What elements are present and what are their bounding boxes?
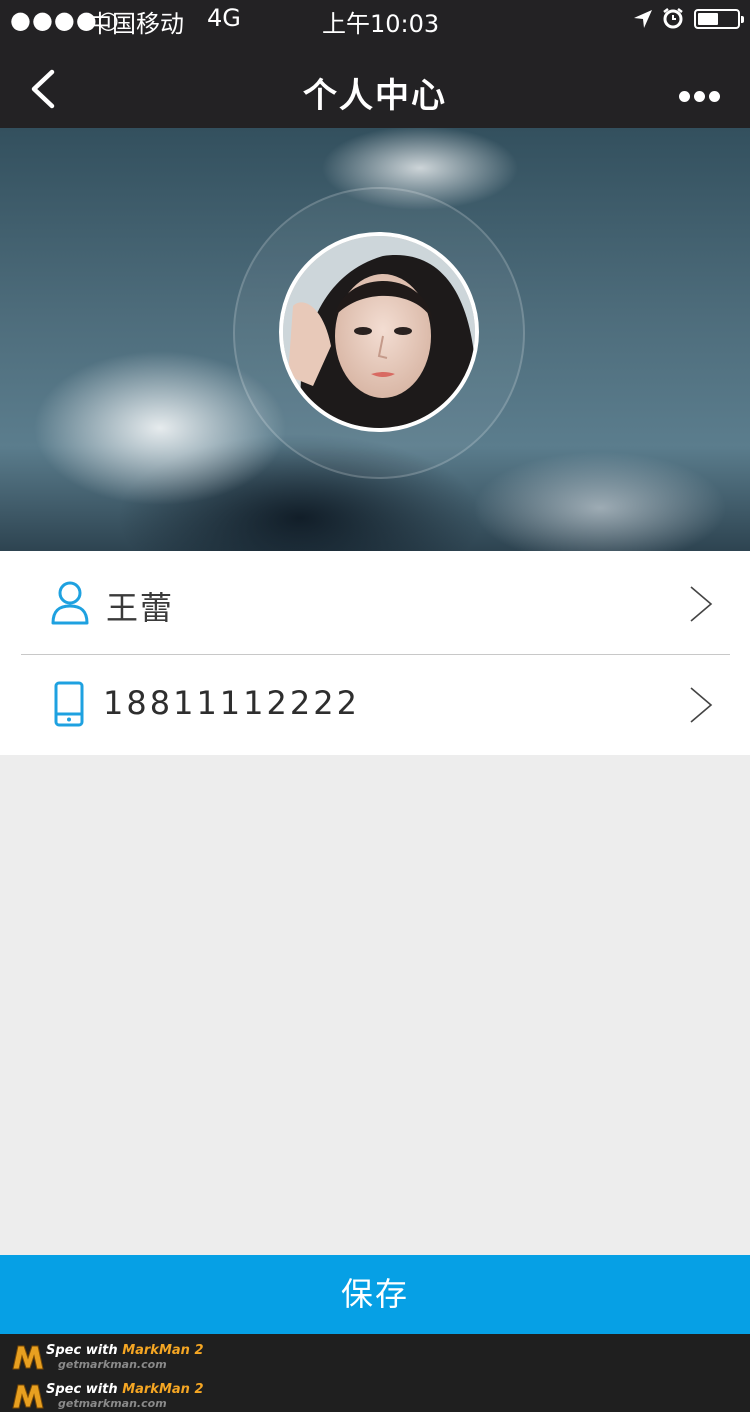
phone-number: 18811112222 <box>103 684 360 722</box>
header: ●●●●○ 中国移动 4G 上午10:03 个人中心 <box>0 0 750 128</box>
more-dot <box>709 91 720 102</box>
carrier-name: 中国移动 <box>88 10 184 38</box>
markman-text: Spec with MarkMan 2 <box>46 1382 204 1397</box>
markman-badge: Spec with MarkMan 2 getmarkman.com <box>12 1340 252 1372</box>
page: ●●●●○ 中国移动 4G 上午10:03 个人中心 王蕾 1881111222… <box>0 0 750 1412</box>
more-dot <box>679 91 690 102</box>
markman-footer: Spec with MarkMan 2 getmarkman.com Spec … <box>0 1334 750 1412</box>
user-name: 王蕾 <box>106 589 175 627</box>
phone-icon <box>54 681 84 727</box>
markman-badge: Spec with MarkMan 2 getmarkman.com <box>12 1379 252 1411</box>
status-time: 上午10:03 <box>322 10 440 38</box>
markman-logo-icon <box>12 1345 44 1370</box>
more-dot <box>694 91 705 102</box>
markman-url: getmarkman.com <box>58 1397 167 1410</box>
network-type: 4G <box>207 4 241 32</box>
alarm-clock-icon <box>663 8 683 29</box>
markman-url: getmarkman.com <box>58 1358 167 1371</box>
save-button[interactable]: 保存 <box>0 1255 750 1334</box>
markman-text: Spec with MarkMan 2 <box>46 1343 204 1358</box>
phone-row[interactable]: 18811112222 <box>0 655 750 755</box>
avatar-photo <box>283 236 475 428</box>
avatar[interactable] <box>279 232 479 432</box>
profile-cover <box>0 128 750 552</box>
status-bar: ●●●●○ 中国移动 4G 上午10:03 <box>0 0 750 40</box>
markman-logo-icon <box>12 1384 44 1409</box>
battery-icon <box>694 9 744 29</box>
location-arrow-icon <box>634 10 652 28</box>
chevron-right-icon <box>690 687 713 723</box>
page-title: 个人中心 <box>303 76 447 116</box>
user-icon <box>51 581 89 625</box>
name-row[interactable]: 王蕾 <box>0 551 750 655</box>
more-options-button[interactable] <box>674 78 724 114</box>
chevron-right-icon <box>690 586 713 622</box>
